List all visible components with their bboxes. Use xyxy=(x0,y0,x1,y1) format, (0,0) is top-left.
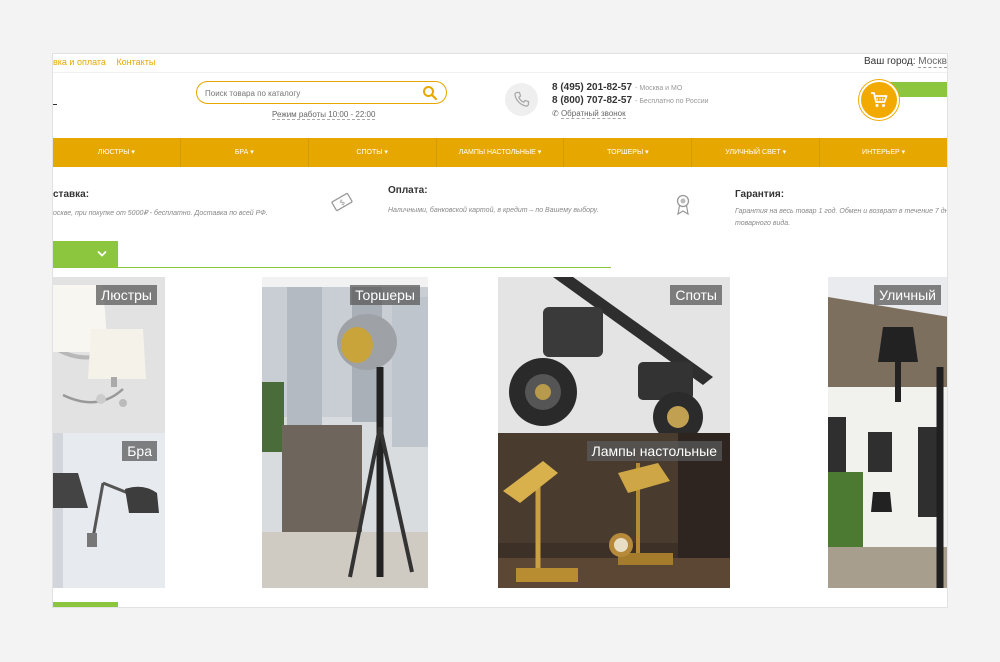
tile-label: Лампы настольные xyxy=(586,441,722,461)
outdoor-lamp-image xyxy=(828,277,947,588)
nav-label: Уличный свет xyxy=(725,149,781,156)
nav-item-table-lamps[interactable]: Лампы настольные ▾ xyxy=(437,138,565,167)
browser-page: вка и оплата Контакты Ваш город: Москв Р… xyxy=(52,53,948,608)
nav-item-spots[interactable]: Споты ▾ xyxy=(309,138,437,167)
phone-russia[interactable]: 8 (800) 707-82-57- Бесплатно по России xyxy=(552,95,709,106)
phone-number: 8 (495) 201-82-57 xyxy=(552,82,633,93)
nav-item-interior[interactable]: Интерьер ▾ xyxy=(820,138,947,167)
divider xyxy=(53,267,611,268)
city-value[interactable]: Москв xyxy=(918,56,947,68)
logo-fragment xyxy=(53,104,57,105)
tile-label: Торшеры xyxy=(350,285,420,305)
category-tile-sconces[interactable]: Бра xyxy=(53,433,165,588)
category-tile-floor-lamps[interactable]: Торшеры xyxy=(262,277,428,588)
search-icon[interactable] xyxy=(422,85,438,101)
phone-note: - Москва и МО xyxy=(635,85,683,92)
phone-icon xyxy=(505,83,538,116)
catalog-toggle[interactable] xyxy=(53,241,118,267)
top-link-delivery[interactable]: вка и оплата xyxy=(53,57,106,67)
tile-label: Уличный xyxy=(874,285,941,305)
phone-moscow[interactable]: 8 (495) 201-82-57- Москва и МО xyxy=(552,82,682,93)
warranty-text-line2: товарного вида. xyxy=(735,220,791,227)
top-link-contacts[interactable]: Контакты xyxy=(116,57,155,67)
nav-label: Бра xyxy=(234,149,249,156)
category-tile-spots[interactable]: Споты xyxy=(498,277,730,433)
bottom-green-bar xyxy=(53,602,118,607)
top-links: вка и оплата Контакты xyxy=(53,57,163,67)
city-label: Ваш город: xyxy=(863,56,916,67)
warranty-text: Гарантия на весь товар 1 год. Обмен и во… xyxy=(735,206,948,230)
money-icon: $ xyxy=(331,192,353,212)
delivery-text: оскве, при покупке от 5000₽ - бесплатно.… xyxy=(53,210,268,217)
payment-title: Оплата: xyxy=(388,185,428,196)
cart-icon xyxy=(871,92,888,107)
main-nav: Люстры ▾ Бра ▾ Споты ▾ Лампы настольные … xyxy=(53,138,947,167)
category-tile-chandeliers[interactable]: Люстры xyxy=(53,277,165,433)
phone-note: - Бесплатно по России xyxy=(635,98,709,105)
delivery-title: ставка: xyxy=(53,189,90,200)
nav-label: Люстры xyxy=(97,149,130,156)
search-box xyxy=(196,81,447,104)
nav-item-outdoor[interactable]: Уличный свет ▾ xyxy=(692,138,821,167)
search-input[interactable] xyxy=(205,86,405,100)
nav-item-chandeliers[interactable]: Люстры ▾ xyxy=(53,138,181,167)
cart-button[interactable] xyxy=(859,80,899,120)
nav-label: Лампы настольные xyxy=(458,149,536,156)
award-icon xyxy=(676,194,690,216)
small-phone-icon: ✆ xyxy=(552,109,559,118)
tile-label: Споты xyxy=(670,285,722,305)
callback-link[interactable]: ✆ Обратный звонок xyxy=(552,109,626,119)
warranty-text-line1: Гарантия на весь товар 1 год. Обмен и во… xyxy=(735,208,948,215)
floor-lamp-image xyxy=(262,277,428,588)
nav-label: Споты xyxy=(356,149,383,156)
nav-item-floor-lamps[interactable]: Торшеры ▾ xyxy=(564,138,693,167)
warranty-title: Гарантия: xyxy=(735,189,785,200)
top-bar: вка и оплата Контакты Ваш город: Москв xyxy=(53,54,947,73)
tile-label: Люстры xyxy=(96,285,157,305)
category-tile-outdoor[interactable]: Уличный xyxy=(828,277,947,588)
nav-label: Торшеры xyxy=(607,149,644,156)
city-selector[interactable]: Ваш город: Москв xyxy=(863,56,947,68)
nav-label: Интерьер xyxy=(862,149,900,156)
work-hours[interactable]: Режим работы 10:00 - 22:00 xyxy=(272,110,376,120)
category-tile-table-lamps[interactable]: Лампы настольные xyxy=(498,433,730,588)
chevron-down-icon xyxy=(97,250,107,257)
phone-number: 8 (800) 707-82-57 xyxy=(552,95,633,106)
payment-text: Наличными, банковской картой, в кредит –… xyxy=(388,207,599,214)
nav-item-sconces[interactable]: Бра ▾ xyxy=(181,138,309,167)
tile-label: Бра xyxy=(122,441,157,461)
callback-label: Обратный звонок xyxy=(560,109,626,119)
